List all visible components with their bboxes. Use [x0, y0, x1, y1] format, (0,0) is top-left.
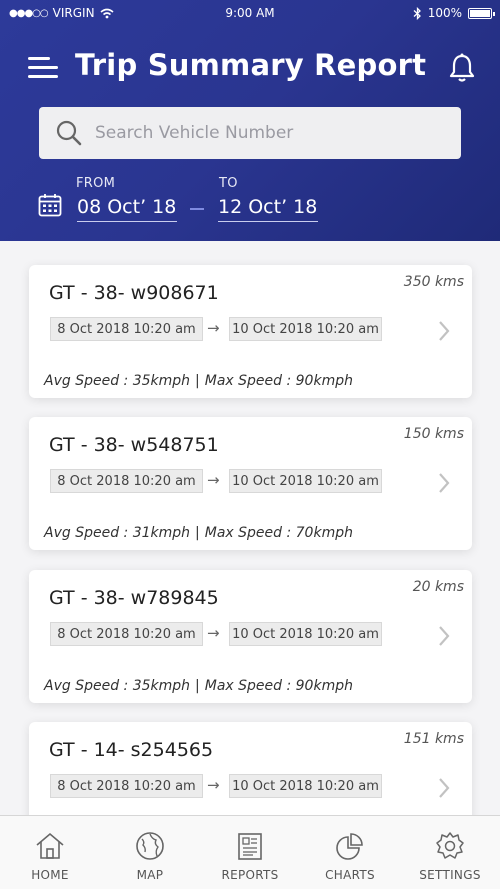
- app-header: ●●●○○ VIRGIN 9:00 AM 100% Trip Summary R…: [0, 0, 500, 241]
- battery-icon: [468, 7, 495, 19]
- avg-speed: Avg Speed : 35kmph: [44, 373, 191, 389]
- trip-start-time: 8 Oct 2018 10:20 am: [50, 469, 203, 493]
- chevron-right-icon[interactable]: [437, 777, 451, 799]
- tab-map-label: MAP: [136, 868, 164, 882]
- chevron-right-icon[interactable]: [437, 472, 451, 494]
- vehicle-number: GT - 38- w548751: [49, 434, 219, 456]
- to-label: TO: [219, 176, 238, 191]
- from-label: FROM: [76, 176, 116, 191]
- trip-end-time: 10 Oct 2018 10:20 am: [229, 774, 382, 798]
- status-bar: ●●●○○ VIRGIN 9:00 AM 100%: [0, 0, 500, 26]
- vehicle-number: GT - 38- w789845: [49, 587, 219, 609]
- trip-distance: 20 kms: [412, 579, 464, 595]
- arrow-right-icon: →: [207, 624, 220, 642]
- arrow-right-icon: →: [207, 319, 220, 337]
- trip-start-time: 8 Oct 2018 10:20 am: [50, 774, 203, 798]
- tab-home-label: HOME: [31, 868, 69, 882]
- arrow-right-icon: →: [207, 471, 220, 489]
- trip-card[interactable]: 150 kms GT - 38- w548751 8 Oct 2018 10:2…: [29, 417, 472, 550]
- trip-start-time: 8 Oct 2018 10:20 am: [50, 317, 203, 341]
- vehicle-number: GT - 14- s254565: [49, 739, 214, 761]
- trip-speeds: Avg Speed : 31kmph | Max Speed : 70kmph: [44, 525, 353, 541]
- arrow-right-icon: →: [207, 776, 220, 794]
- bell-icon[interactable]: [448, 52, 476, 84]
- battery-label: 100%: [427, 6, 462, 20]
- tab-reports-label: REPORTS: [221, 868, 279, 882]
- chevron-right-icon[interactable]: [437, 625, 451, 647]
- search-input[interactable]: [95, 123, 435, 143]
- trip-speeds: Avg Speed : 35kmph | Max Speed : 90kmph: [44, 678, 353, 694]
- tab-reports[interactable]: REPORTS: [200, 816, 300, 889]
- tab-map[interactable]: MAP: [100, 816, 200, 889]
- trip-speeds: Avg Speed : 35kmph | Max Speed : 90kmph: [44, 373, 353, 389]
- max-speed: Max Speed : 70kmph: [204, 525, 353, 541]
- max-speed: Max Speed : 90kmph: [204, 678, 353, 694]
- trip-card[interactable]: 20 kms GT - 38- w789845 8 Oct 2018 10:20…: [29, 570, 472, 703]
- pie-chart-icon: [336, 833, 363, 860]
- date-separator: [190, 208, 204, 210]
- bottom-tab-bar: HOME MAP REPORTS CHARTS SETTINGS: [0, 815, 500, 889]
- trip-distance: 350 kms: [403, 274, 464, 290]
- tab-settings-label: SETTINGS: [419, 868, 481, 882]
- tab-settings[interactable]: SETTINGS: [400, 816, 500, 889]
- to-date-field[interactable]: 12 Oct’ 18: [218, 196, 318, 222]
- calendar-icon[interactable]: [38, 193, 62, 217]
- tab-home[interactable]: HOME: [0, 816, 100, 889]
- trip-start-time: 8 Oct 2018 10:20 am: [50, 622, 203, 646]
- trip-card[interactable]: 350 kms GT - 38- w908671 8 Oct 2018 10:2…: [29, 265, 472, 398]
- tab-charts[interactable]: CHARTS: [300, 816, 400, 889]
- search-icon: [56, 120, 82, 146]
- trip-distance: 151 kms: [403, 731, 464, 747]
- page-title: Trip Summary Report: [75, 48, 427, 82]
- tab-charts-label: CHARTS: [325, 868, 375, 882]
- home-icon: [36, 832, 64, 859]
- avg-speed: Avg Speed : 35kmph: [44, 678, 191, 694]
- globe-icon: [136, 832, 164, 860]
- bluetooth-icon: [413, 6, 421, 20]
- trip-end-time: 10 Oct 2018 10:20 am: [229, 469, 382, 493]
- trip-distance: 150 kms: [403, 426, 464, 442]
- max-speed: Max Speed : 90kmph: [204, 373, 353, 389]
- avg-speed: Avg Speed : 31kmph: [44, 525, 191, 541]
- menu-icon[interactable]: [28, 54, 58, 80]
- search-bar[interactable]: [39, 107, 461, 159]
- chevron-right-icon[interactable]: [437, 320, 451, 342]
- gear-icon: [436, 832, 464, 859]
- vehicle-number: GT - 38- w908671: [49, 282, 219, 304]
- trip-end-time: 10 Oct 2018 10:20 am: [229, 622, 382, 646]
- trip-end-time: 10 Oct 2018 10:20 am: [229, 317, 382, 341]
- from-date-field[interactable]: 08 Oct’ 18: [77, 196, 177, 222]
- report-icon: [238, 833, 262, 860]
